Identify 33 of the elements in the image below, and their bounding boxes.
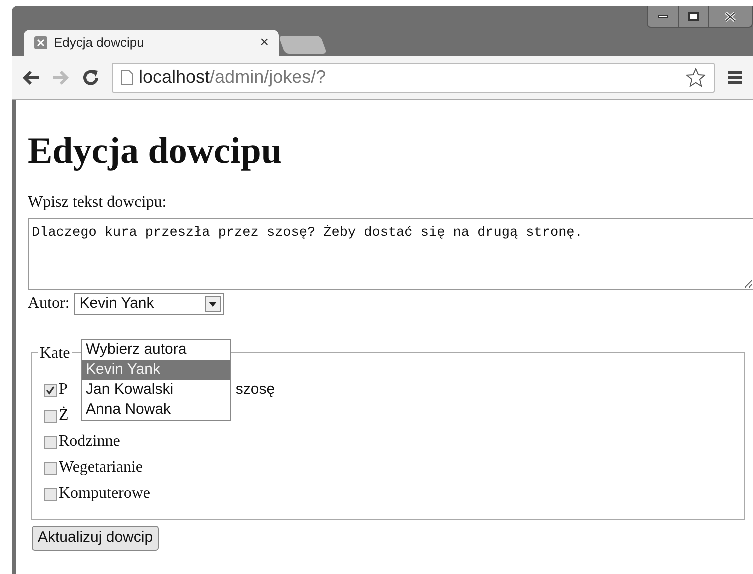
author-option[interactable]: Wybierz autora [82, 340, 230, 360]
page-heading: Edycja dowcipu [28, 130, 282, 174]
text-label: Wpisz tekst dowcipu: [28, 193, 167, 213]
category-checkbox[interactable] [44, 436, 57, 448]
address-bar[interactable]: localhost/admin/jokes/? [112, 62, 715, 92]
star-icon[interactable] [686, 68, 706, 88]
tab-close-button[interactable]: × [260, 32, 269, 54]
reload-icon[interactable] [82, 68, 100, 86]
category-label: Wegetarianie [59, 458, 143, 478]
category-checkbox[interactable] [44, 384, 57, 396]
category-checkbox[interactable] [44, 410, 57, 422]
category-checkbox[interactable] [44, 488, 57, 500]
browser-tab[interactable]: Edycja dowcipu × [24, 30, 279, 56]
author-option[interactable]: Kevin Yank [82, 360, 230, 380]
category-label: szosę [236, 380, 276, 400]
page-icon [121, 70, 133, 85]
update-button[interactable]: Aktualizuj dowcip [32, 526, 160, 551]
category-label: Komputerowe [59, 484, 151, 504]
url-text: localhost/admin/jokes/? [139, 66, 326, 89]
category-label: Ż [59, 406, 69, 426]
category-label: P [59, 380, 68, 400]
tab-title: Edycja dowcipu [54, 34, 144, 52]
author-label: Autor: [28, 294, 70, 314]
author-select[interactable]: Kevin Yank [74, 293, 224, 315]
new-tab-button[interactable] [278, 36, 328, 54]
joke-textarea[interactable]: Dlaczego kura przeszła przez szosę? Żeby dostać się na drugą stronę. [28, 218, 753, 290]
author-option[interactable]: Jan Kowalski [82, 380, 230, 400]
category-label: Rodzinne [59, 432, 120, 452]
category-checkbox[interactable] [44, 462, 57, 474]
menu-icon[interactable] [727, 70, 743, 86]
back-arrow-icon[interactable] [22, 70, 40, 86]
author-option[interactable]: Anna Nowak [82, 400, 230, 420]
page-favicon-icon [34, 36, 48, 50]
